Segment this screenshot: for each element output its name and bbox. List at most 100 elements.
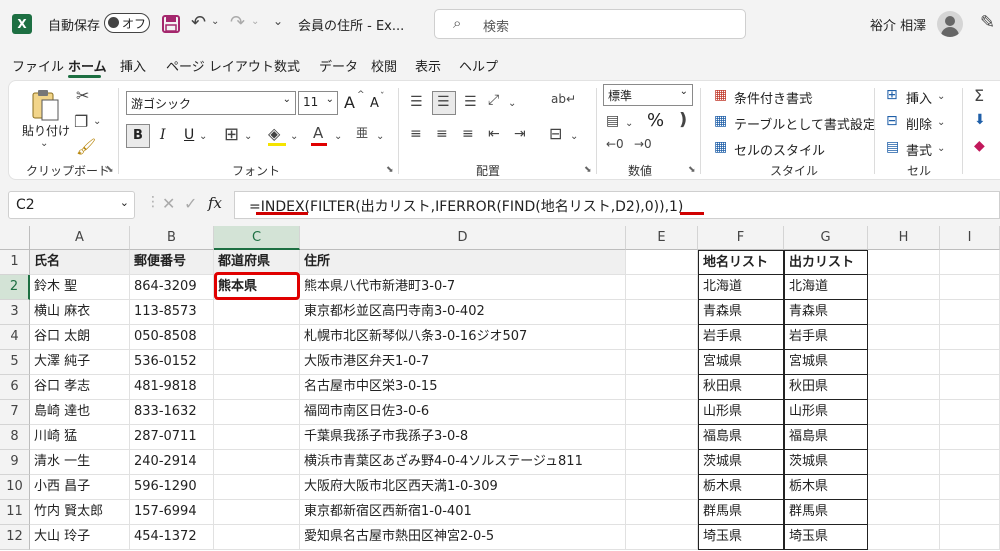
table-cell[interactable]: 横山 麻衣 (30, 300, 130, 325)
table-cell[interactable]: 山形県 (784, 400, 868, 425)
table-cell[interactable]: 千葉県我孫子市我孫子3-0-8 (300, 425, 626, 450)
table-cell[interactable] (626, 275, 698, 300)
table-cell[interactable] (214, 400, 300, 425)
table-cell[interactable]: 札幌市北区新琴似八条3-0-16ジオ507 (300, 325, 626, 350)
save-icon[interactable] (162, 15, 180, 33)
table-cell[interactable]: 833-1632 (130, 400, 214, 425)
table-cell[interactable] (214, 500, 300, 525)
table-cell[interactable]: 北海道 (698, 275, 784, 300)
table-cell[interactable]: 鈴木 聖 (30, 275, 130, 300)
table-header-cell[interactable]: 住所 (300, 250, 626, 275)
tab-help[interactable]: ヘルプ (459, 56, 498, 75)
undo-icon[interactable]: ↶ (191, 12, 206, 33)
table-cell[interactable] (868, 325, 940, 350)
table-cell[interactable]: 谷口 孝志 (30, 375, 130, 400)
table-cell[interactable]: 大阪市港区弁天1-0-7 (300, 350, 626, 375)
table-cell[interactable]: 茨城県 (698, 450, 784, 475)
paste-button[interactable]: 貼り付け (22, 122, 70, 139)
autosum-icon[interactable]: Σ (974, 86, 984, 105)
table-cell[interactable]: 山形県 (698, 400, 784, 425)
table-cell[interactable]: 宮城県 (698, 350, 784, 375)
font-size-select[interactable]: 11 ⌄ (298, 91, 338, 115)
paste-icon[interactable] (30, 88, 60, 122)
table-cell[interactable] (868, 525, 940, 550)
paste-dropdown-icon[interactable]: ⌄ (40, 138, 48, 149)
table-cell[interactable]: 岩手県 (698, 325, 784, 350)
table-cell[interactable] (626, 300, 698, 325)
redo-icon[interactable]: ↷ (230, 12, 245, 33)
bold-button[interactable]: B (126, 124, 150, 148)
table-cell[interactable]: 岩手県 (784, 325, 868, 350)
phonetic-dropdown-icon[interactable]: ⌄ (376, 131, 384, 142)
orientation-icon[interactable]: ⤢ (488, 92, 499, 108)
row-header[interactable]: 6 (0, 375, 30, 400)
increase-decimal-icon[interactable]: ←0 (606, 137, 624, 151)
document-title[interactable]: 会員の住所 - Ex... (298, 15, 404, 34)
table-cell[interactable]: 竹内 賢太郎 (30, 500, 130, 525)
table-cell[interactable]: 秋田県 (698, 375, 784, 400)
tab-home[interactable]: ホーム (68, 56, 107, 75)
table-cell[interactable]: 大阪府大阪市北区西天満1-0-309 (300, 475, 626, 500)
align-center-icon[interactable]: ≡ (436, 126, 448, 142)
decrease-indent-icon[interactable]: ⇤ (488, 126, 500, 142)
insert-function-button[interactable]: fx (208, 194, 222, 212)
table-cell[interactable]: 596-1290 (130, 475, 214, 500)
conditional-format-button[interactable]: 条件付き書式 (734, 88, 812, 107)
table-cell[interactable] (868, 275, 940, 300)
borders-icon[interactable]: ⊞ (224, 124, 239, 145)
fill-icon[interactable]: ⬇ (974, 112, 986, 128)
column-header-f[interactable]: F (698, 226, 784, 250)
table-cell[interactable]: 536-0152 (130, 350, 214, 375)
table-cell[interactable]: 宮城県 (784, 350, 868, 375)
table-cell[interactable] (868, 400, 940, 425)
align-middle-button[interactable]: ☰ (432, 91, 456, 115)
column-header-b[interactable]: B (130, 226, 214, 250)
name-box[interactable]: C2 ⌄ (8, 191, 135, 219)
table-cell[interactable] (940, 500, 1000, 525)
table-cell[interactable] (868, 375, 940, 400)
table-cell[interactable]: 454-1372 (130, 525, 214, 550)
increase-indent-icon[interactable]: ⇥ (514, 126, 526, 142)
tab-view[interactable]: 表示 (415, 56, 441, 75)
select-all-corner[interactable] (0, 226, 30, 250)
align-bottom-icon[interactable]: ☰ (464, 94, 477, 110)
table-cell[interactable]: 埼玉県 (698, 525, 784, 550)
table-cell[interactable]: 福島県 (784, 425, 868, 450)
user-name[interactable]: 裕介 相澤 (870, 15, 926, 34)
table-cell[interactable]: 157-6994 (130, 500, 214, 525)
align-right-icon[interactable]: ≡ (462, 126, 474, 142)
table-cell[interactable] (214, 325, 300, 350)
row-header[interactable]: 10 (0, 475, 30, 500)
table-cell[interactable] (214, 300, 300, 325)
phonetic-icon[interactable]: 亜 (356, 124, 368, 141)
pen-icon[interactable]: ✎ (980, 12, 995, 33)
copy-icon[interactable]: ❐ (74, 112, 88, 131)
font-launcher-icon[interactable]: ⬊ (386, 165, 394, 175)
row-header[interactable]: 9 (0, 450, 30, 475)
more-options-icon[interactable]: ⋮ (146, 194, 160, 210)
table-cell[interactable]: 113-8573 (130, 300, 214, 325)
table-cell[interactable]: 愛知県名古屋市熱田区神宮2-0-5 (300, 525, 626, 550)
table-cell[interactable]: 群馬県 (698, 500, 784, 525)
table-cell[interactable]: 青森県 (784, 300, 868, 325)
table-cell[interactable] (214, 475, 300, 500)
currency-icon[interactable]: ▤ (606, 113, 619, 129)
number-launcher-icon[interactable]: ⬊ (688, 165, 696, 175)
row-header[interactable]: 2 (0, 275, 30, 300)
table-cell[interactable]: 481-9818 (130, 375, 214, 400)
fill-dropdown-icon[interactable]: ⌄ (290, 131, 298, 142)
table-cell[interactable]: 栃木県 (698, 475, 784, 500)
comma-style-icon[interactable]: ❫ (676, 110, 690, 130)
redo-dropdown-icon[interactable]: ⌄ (251, 16, 259, 27)
table-cell[interactable]: 熊本県八代市新港町3-0-7 (300, 275, 626, 300)
font-name-select[interactable]: 游ゴシック ⌄ (126, 91, 296, 115)
table-cell[interactable]: 清水 一生 (30, 450, 130, 475)
tab-data[interactable]: データ (319, 56, 358, 75)
table-cell[interactable]: 横浜市青葉区あざみ野4-0-4ソルステージュ811 (300, 450, 626, 475)
format-cells-button[interactable]: 書式 (906, 140, 932, 159)
table-cell[interactable] (626, 475, 698, 500)
align-top-icon[interactable]: ☰ (410, 94, 423, 110)
search-box[interactable]: ⌕ 検索 (434, 9, 746, 39)
column-header-h[interactable]: H (868, 226, 940, 250)
row-header[interactable]: 4 (0, 325, 30, 350)
